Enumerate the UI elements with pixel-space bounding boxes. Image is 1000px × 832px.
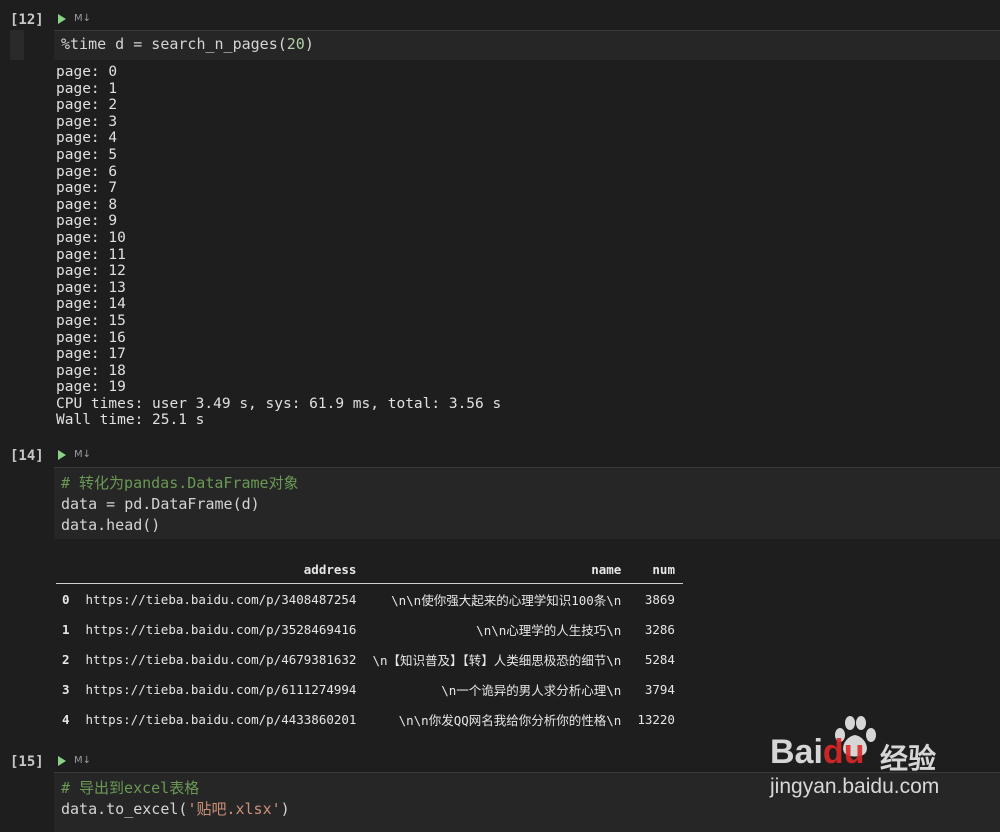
table-cell: 3286 [644, 621, 675, 637]
code-line: # 转化为pandas.DataFrame对象 [61, 474, 299, 492]
output-line: page: 15 [56, 312, 126, 329]
column-header-index [56, 558, 78, 584]
table-cell: \n\n你发QQ网名我给你分析你的性格\n [398, 712, 622, 728]
output-line: page: 7 [56, 180, 118, 197]
output-line: CPU times: user 3.49 s, sys: 61.9 ms, to… [56, 395, 502, 412]
output-line: page: 9 [56, 213, 118, 230]
table-cell: \n一个诡异的男人求分析心理\n [441, 682, 622, 698]
table-row: 2 https://tieba.baidu.com/p/4679381632 \n【… [56, 644, 683, 674]
column-header-num: num [629, 558, 683, 584]
code-editor[interactable]: # 转化为pandas.DataFrame对象 data = pd.DataFra… [54, 467, 1000, 539]
table-cell: 0 [62, 591, 70, 607]
dataframe-table: address name num 0 https://tieba.baidu.com/… [56, 558, 683, 734]
table-cell: https://tieba.baidu.com/p/6111274994 [85, 681, 357, 697]
output-line: page: 17 [56, 346, 126, 363]
output-line: page: 0 [56, 64, 118, 80]
watermark-cn: 经验 [880, 742, 937, 775]
markdown-toggle[interactable]: M↓ [74, 755, 91, 766]
table-cell: 5284 [644, 651, 675, 667]
code-line: data = pd.DataFrame(d) [61, 495, 260, 513]
output-line: page: 5 [56, 146, 118, 163]
table-cell: https://tieba.baidu.com/p/4433860201 [85, 711, 357, 727]
table-row: 3 https://tieba.baidu.com/p/6111274994 \n一… [56, 674, 683, 704]
table-cell: 1 [62, 621, 70, 637]
markdown-toggle[interactable]: M↓ [74, 449, 91, 460]
output-line: page: 2 [56, 97, 118, 114]
table-cell: 4 [62, 711, 70, 727]
table-cell: 3869 [644, 591, 675, 607]
cell-12: [12] M↓ %time d = search_n_pages(20) pag… [0, 0, 1000, 435]
table-row: 1 https://tieba.baidu.com/p/3528469416 \n\… [56, 614, 683, 644]
watermark-url: jingyan.baidu.com [770, 775, 940, 798]
table-cell: https://tieba.baidu.com/p/4679381632 [85, 651, 357, 667]
table-cell: 2 [62, 651, 70, 667]
table-cell: \n\n心理学的人生技巧\n [476, 622, 622, 638]
markdown-toggle[interactable]: M↓ [74, 13, 91, 24]
cell-output: page: 0 page: 1 page: 2 page: 3 page: 4 page:… [56, 64, 501, 429]
cell-prompt: [12] [10, 12, 44, 28]
run-cell-icon[interactable] [58, 13, 66, 24]
baidu-jingyan-watermark: Baidu 经验 jingyan.baidu.com [770, 715, 970, 805]
cell-toolbar: M↓ [58, 13, 91, 24]
output-line: page: 4 [56, 130, 118, 147]
output-line: page: 10 [56, 229, 126, 246]
watermark-brand: Baidu [770, 733, 865, 771]
cell-prompt: [15] [10, 754, 44, 770]
table-cell: https://tieba.baidu.com/p/3408487254 [85, 591, 357, 607]
output-line: Wall time: 25.1 s [56, 412, 205, 429]
cell-toolbar: M↓ [58, 755, 91, 766]
table-cell: 3 [62, 681, 70, 697]
table-cell: https://tieba.baidu.com/p/3528469416 [85, 621, 357, 637]
cell-focus-bar [10, 30, 24, 60]
code-editor[interactable]: %time d = search_n_pages(20) [54, 30, 1000, 60]
run-cell-icon[interactable] [58, 449, 66, 460]
output-line: page: 13 [56, 279, 126, 296]
cell-toolbar: M↓ [58, 449, 91, 460]
table-cell: 13220 [637, 711, 675, 727]
table-row: 4 https://tieba.baidu.com/p/4433860201 \n\… [56, 704, 683, 734]
table-header-row: address name num [56, 558, 683, 584]
output-line: page: 6 [56, 163, 118, 180]
column-header-name: name [364, 558, 630, 584]
code-line: %time d = search_n_pages(20) [61, 35, 314, 53]
output-line: page: 18 [56, 362, 126, 379]
output-line: page: 16 [56, 329, 126, 346]
output-line: page: 11 [56, 246, 126, 263]
run-cell-icon[interactable] [58, 755, 66, 766]
output-line: page: 19 [56, 379, 126, 396]
output-line: page: 12 [56, 263, 126, 280]
table-cell: \n【知识普及】【转】人类细思极恐的细节\n [372, 652, 622, 668]
output-line: page: 8 [56, 196, 118, 213]
cell-prompt: [14] [10, 448, 44, 464]
output-line: page: 14 [56, 296, 126, 313]
code-line: data.head() [61, 516, 161, 534]
table-cell: \n\n使你强大起来的心理学知识100条\n [391, 592, 622, 608]
column-header-address: address [77, 558, 365, 584]
table-row: 0 https://tieba.baidu.com/p/3408487254 \n\… [56, 584, 683, 615]
output-line: page: 3 [56, 113, 118, 130]
output-line: page: 1 [56, 80, 118, 97]
table-cell: 3794 [644, 681, 675, 697]
